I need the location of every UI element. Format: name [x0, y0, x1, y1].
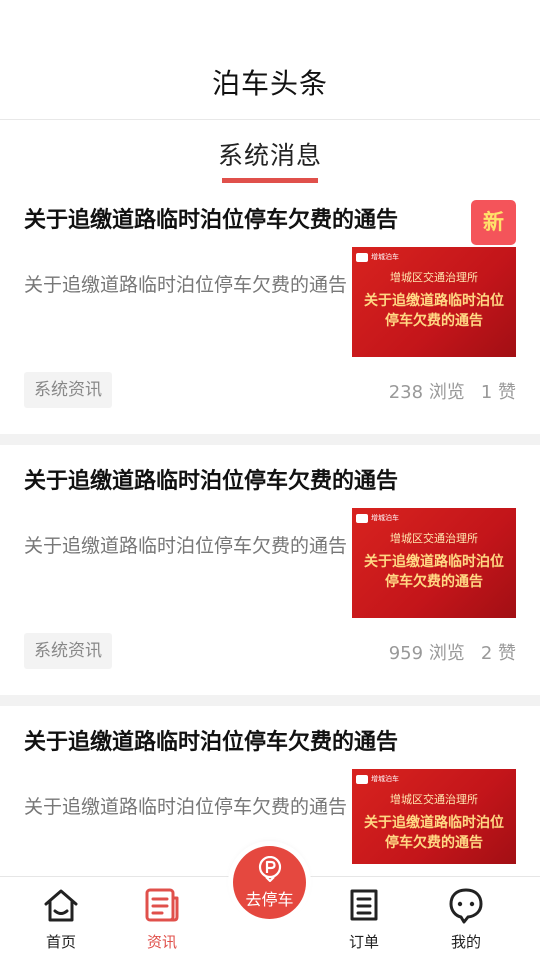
article-card[interactable]: 关于追缴道路临时泊位停车欠费的通告 关于追缴道路临时泊位停车欠费的通告 增城泊车… — [0, 445, 540, 695]
article-title[interactable]: 关于追缴道路临时泊位停车欠费的通告 — [24, 202, 444, 234]
article-title[interactable]: 关于追缴道路临时泊位停车欠费的通告 — [24, 463, 444, 495]
like-count: 2 赞 — [480, 643, 516, 664]
chat-face-icon — [449, 888, 483, 924]
tab-bar: 系统消息 — [0, 120, 540, 184]
thumbnail-headline-1: 关于追缴道路临时泊位 — [364, 293, 504, 309]
nav-mine[interactable]: 我的 — [426, 877, 506, 960]
thumbnail-headline-2: 停车欠费的通告 — [385, 835, 483, 851]
order-list-icon — [350, 889, 378, 921]
category-tag: 系统资讯 — [24, 633, 112, 669]
thumbnail-org: 增城区交通治理所 — [390, 793, 478, 806]
go-park-button[interactable]: 去停车 — [233, 846, 306, 919]
thumbnail-org: 增城区交通治理所 — [390, 271, 478, 284]
nav-home-label: 首页 — [45, 933, 76, 951]
house-icon — [44, 889, 78, 922]
article-thumbnail[interactable]: 增城泊车 增城区交通治理所 关于追缴道路临时泊位 停车欠费的通告 — [352, 508, 516, 618]
app-header: 泊车头条 — [0, 0, 540, 120]
thumbnail-headline-2: 停车欠费的通告 — [385, 574, 483, 590]
new-badge: 新 — [471, 200, 516, 245]
brand-mark-icon — [356, 252, 368, 262]
thumbnail-headline-2: 停车欠费的通告 — [385, 313, 483, 329]
news-icon — [145, 888, 179, 922]
article-title[interactable]: 关于追缴道路临时泊位停车欠费的通告 — [24, 724, 444, 756]
page: 泊车头条 系统消息 关于追缴道路临时泊位停车欠费的通告 新 关于追缴道路临时泊位… — [0, 0, 540, 960]
nav-news[interactable]: 资讯 — [122, 877, 202, 960]
brand-mark-icon — [356, 513, 368, 523]
card-divider — [0, 695, 540, 706]
nav-mine-label: 我的 — [450, 933, 481, 951]
thumbnail-headline-1: 关于追缴道路临时泊位 — [364, 815, 504, 831]
article-thumbnail[interactable]: 增城泊车 增城区交通治理所 关于追缴道路临时泊位 停车欠费的通告 — [352, 247, 516, 357]
thumbnail-logo: 增城泊车 — [356, 251, 399, 263]
card-divider — [0, 434, 540, 445]
tab-active-indicator — [222, 178, 318, 183]
article-card[interactable]: 关于追缴道路临时泊位停车欠费的通告 新 关于追缴道路临时泊位停车欠费的通告 增城… — [0, 184, 540, 434]
go-park-label: 去停车 — [245, 890, 294, 909]
thumbnail-brand: 增城泊车 — [371, 514, 399, 522]
nav-home[interactable]: 首页 — [21, 877, 101, 960]
nav-news-label: 资讯 — [146, 933, 177, 951]
brand-mark-icon — [356, 774, 368, 784]
article-summary: 关于追缴道路临时泊位停车欠费的通告 — [24, 274, 348, 296]
article-stats: 238 浏览 1 赞 — [389, 378, 516, 404]
article-summary: 关于追缴道路临时泊位停车欠费的通告 — [24, 796, 348, 818]
category-tag: 系统资讯 — [24, 372, 112, 408]
parking-pin-icon — [258, 856, 282, 882]
article-summary: 关于追缴道路临时泊位停车欠费的通告 — [24, 535, 348, 557]
nav-orders-label: 订单 — [348, 933, 379, 951]
thumbnail-logo: 增城泊车 — [356, 773, 399, 785]
like-count: 1 赞 — [480, 382, 516, 403]
view-count: 238 浏览 — [388, 382, 465, 403]
nav-orders[interactable]: 订单 — [324, 877, 404, 960]
thumbnail-logo: 增城泊车 — [356, 512, 399, 524]
article-feed[interactable]: 关于追缴道路临时泊位停车欠费的通告 新 关于追缴道路临时泊位停车欠费的通告 增城… — [0, 184, 540, 876]
thumbnail-headline-1: 关于追缴道路临时泊位 — [364, 554, 504, 570]
thumbnail-org: 增城区交通治理所 — [390, 532, 478, 545]
thumbnail-brand: 增城泊车 — [371, 253, 399, 261]
page-title: 泊车头条 — [211, 67, 328, 100]
article-thumbnail[interactable]: 增城泊车 增城区交通治理所 关于追缴道路临时泊位 停车欠费的通告 — [352, 769, 516, 864]
article-stats: 959 浏览 2 赞 — [389, 639, 516, 665]
view-count: 959 浏览 — [388, 643, 465, 664]
tab-system-messages[interactable]: 系统消息 — [0, 136, 540, 172]
thumbnail-brand: 增城泊车 — [371, 775, 399, 783]
